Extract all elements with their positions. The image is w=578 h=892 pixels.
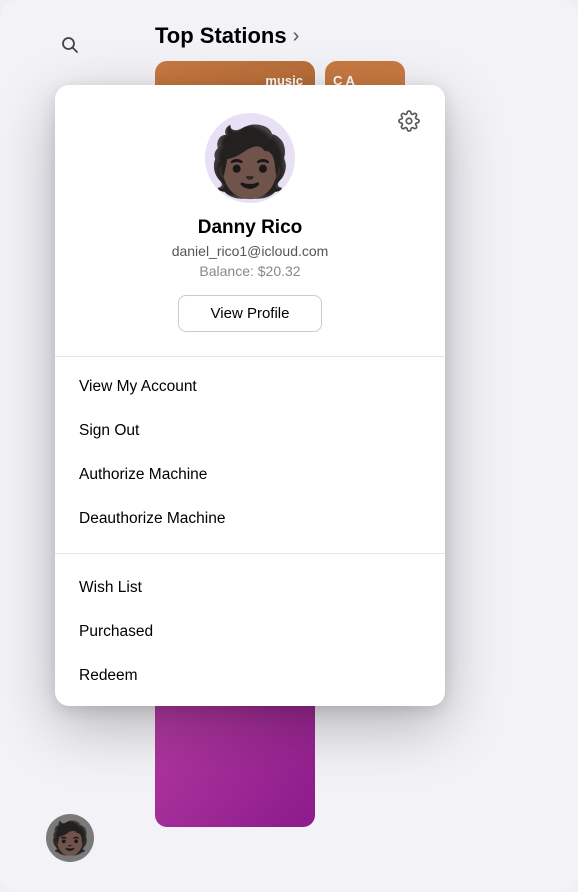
user-balance: Balance: $20.32 [199, 263, 300, 279]
chevron-right-icon: › [293, 25, 300, 48]
menu-section-1: View My Account Sign Out Authorize Machi… [55, 357, 445, 549]
app-container: Top Stations › music C A 🧑🏿 music [0, 0, 578, 892]
dropdown-popup: 🧑🏿 Danny Rico daniel_rico1@icloud.com Ba… [55, 85, 445, 706]
avatar: 🧑🏿 [205, 113, 295, 203]
profile-section: 🧑🏿 Danny Rico daniel_rico1@icloud.com Ba… [55, 85, 445, 356]
menu-item-sign-out[interactable]: Sign Out [55, 409, 445, 453]
user-name: Danny Rico [198, 217, 303, 239]
menu-item-deauthorize-machine[interactable]: Deauthorize Machine [55, 497, 445, 541]
avatar-emoji: 🧑🏿 [208, 128, 293, 196]
view-profile-button[interactable]: View Profile [178, 295, 323, 332]
menu-item-redeem[interactable]: Redeem [55, 654, 445, 698]
avatar-small: 🧑🏿 [46, 814, 94, 862]
menu-item-authorize-machine[interactable]: Authorize Machine [55, 453, 445, 497]
top-stations-title: Top Stations [155, 23, 287, 49]
menu-item-view-my-account[interactable]: View My Account [55, 365, 445, 409]
menu-section-2: Wish List Purchased Redeem [55, 558, 445, 706]
search-icon[interactable] [55, 30, 85, 60]
top-stations-header: Top Stations › [155, 15, 563, 49]
divider-2 [55, 553, 445, 554]
menu-item-purchased[interactable]: Purchased [55, 610, 445, 654]
menu-item-wish-list[interactable]: Wish List [55, 566, 445, 610]
gear-button[interactable] [393, 105, 425, 137]
user-email: daniel_rico1@icloud.com [172, 243, 329, 259]
